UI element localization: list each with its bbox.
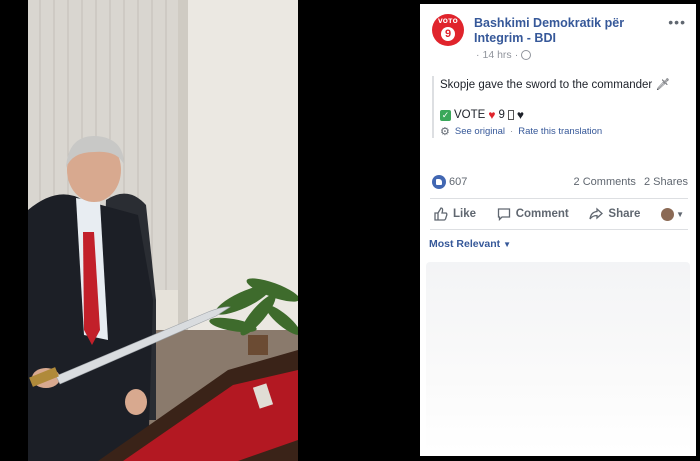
vote-text: VOTE [454,109,486,121]
gear-icon: ⚙ [440,126,450,138]
dot-separator: · [476,49,480,61]
photo-illustration [28,0,298,461]
post-photo[interactable] [28,0,298,461]
comments-count[interactable]: 2 Comments [574,176,636,188]
post-meta: · 14 hrs · [476,49,532,61]
sword-icon: 🗡 [655,79,671,91]
post-body: Skopje gave the sword to the commander 🗡… [432,76,696,138]
like-reaction-icon [432,175,446,189]
post-message: Skopje gave the sword to the commander 🗡 [440,76,696,92]
comment-sort-dropdown[interactable]: Most Relevant ▼ [429,238,511,250]
logo-number: 9 [441,27,455,41]
post-as-selector[interactable]: ▼ [657,207,688,221]
thumbs-up-icon [434,207,448,221]
reactions-count[interactable]: 607 [449,176,467,188]
unknown-glyph-icon [507,110,514,120]
shares-count[interactable]: 2 Shares [644,176,688,188]
share-arrow-icon [589,207,604,220]
comment-button[interactable]: Comment [493,207,573,221]
like-label: Like [453,208,477,220]
like-button[interactable]: Like [430,207,480,221]
check-mark-icon: ✓ [440,109,451,121]
page-name-link[interactable]: Bashkimi Demokratik për Integrim - BDI [474,16,664,46]
engagement-counts: 2 Comments 2 Shares [569,176,688,188]
comment-bubble-icon [497,208,510,221]
comment-label: Comment [515,208,569,220]
red-heart-icon: ♥ [488,108,496,122]
see-original-link[interactable]: See original [455,126,505,137]
action-bar: Like Comment Share ▼ [430,198,688,230]
facebook-post: VOTO 9 Bashkimi Demokratik për Integrim … [420,4,696,456]
comments-area [426,262,690,452]
share-button[interactable]: Share [585,207,644,221]
black-heart-icon: ♥ [516,108,524,122]
post-message-text: Skopje gave the sword to the commander [440,79,653,91]
dot-separator: · [514,49,519,61]
logo-top-text: VOTO [437,18,459,25]
post-header: VOTO 9 Bashkimi Demokratik për Integrim … [420,4,696,66]
caret-down-icon: ▼ [676,209,684,219]
globe-icon [521,50,532,60]
post-time[interactable]: 14 hrs [483,49,512,61]
caret-down-icon: ▼ [503,240,512,249]
translation-bar: ⚙ See original · Rate this translation [440,125,696,138]
more-dots-icon[interactable]: ••• [668,14,686,30]
rate-translation-link[interactable]: Rate this translation [518,126,602,137]
vote-number: 9 [498,109,505,121]
dot-separator: · [510,126,514,137]
reactions-summary[interactable]: 607 [432,175,467,189]
sort-label: Most Relevant [429,238,501,250]
user-avatar [661,207,675,221]
vote-line: ✓ VOTE ♥ 9 ♥ [440,108,696,122]
post-stats: 607 2 Comments 2 Shares [432,172,688,192]
share-label: Share [608,208,641,220]
page-avatar[interactable]: VOTO 9 [432,14,464,46]
